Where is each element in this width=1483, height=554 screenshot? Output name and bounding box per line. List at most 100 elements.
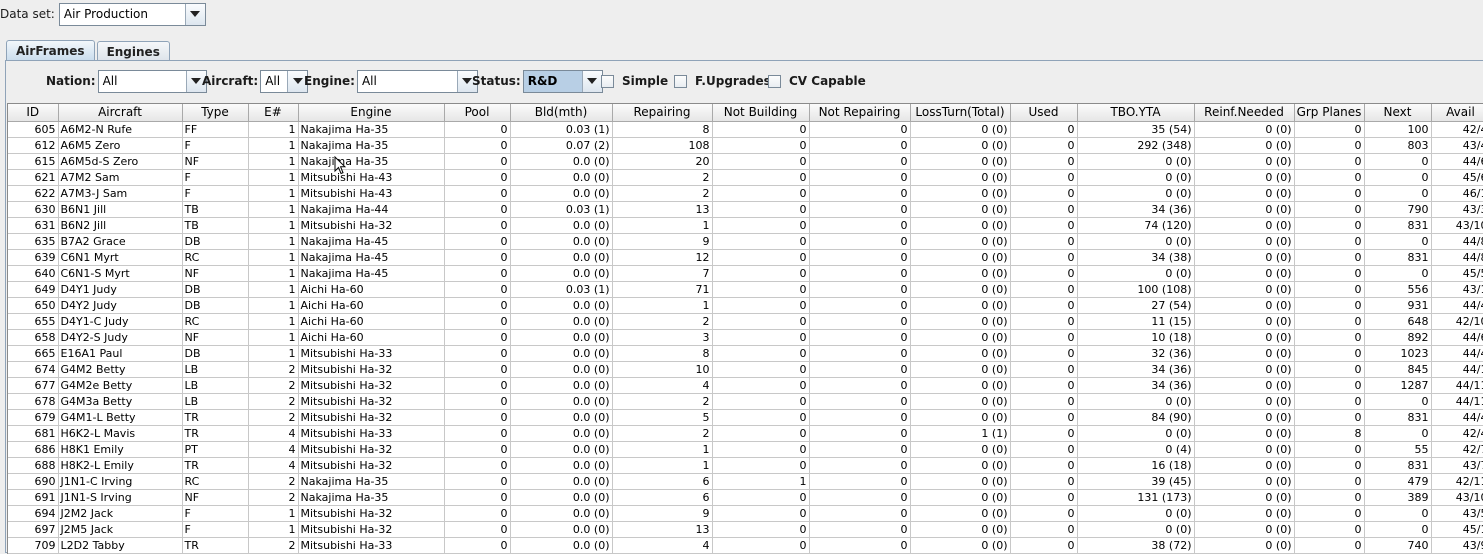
table-cell: 0 (0): [1194, 281, 1295, 298]
table-row[interactable]: 649 D4Y1 Judy DB 1 Aichi Ha-60 0 0.03 (1) 71 0 0 0…: [8, 281, 1483, 298]
table-cell: 0.0 (0): [510, 153, 613, 170]
table-row[interactable]: 640 C6N1-S Myrt NF 1 Nakajima Ha-45 0 0.0 (0) 7…: [8, 265, 1483, 282]
table-row[interactable]: 658 D4Y2-S Judy NF 1 Aichi Ha-60 0 0.0 (0) 3 0 0 0…: [8, 329, 1483, 346]
column-header[interactable]: Not Building: [712, 104, 810, 122]
table-cell: 0: [1294, 137, 1365, 154]
table-row[interactable]: 665 E16A1 Paul DB 1 Mitsubishi Ha-33 0 0.0 (0)…: [8, 345, 1483, 362]
simple-checkbox[interactable]: Simple: [601, 69, 668, 93]
table-cell: 0: [1364, 521, 1432, 538]
table-cell: 0: [1294, 521, 1365, 538]
table-cell: 0 (0): [1194, 489, 1295, 506]
table-cell: RC: [182, 313, 249, 330]
checkbox-icon[interactable]: [601, 74, 614, 88]
table-cell: 2: [612, 425, 713, 442]
tab-airframes[interactable]: AirFrames: [6, 40, 95, 61]
table-cell: 790: [1364, 201, 1432, 218]
table-cell: E16A1 Paul: [58, 345, 183, 362]
engine-combo[interactable]: All: [356, 69, 478, 93]
table-cell: 0: [1294, 441, 1365, 458]
column-header[interactable]: Engine: [298, 104, 445, 122]
table-row[interactable]: 677 G4M2e Betty LB 2 Mitsubishi Ha-32 0 0.0 (0…: [8, 377, 1483, 394]
table-cell: 0 (0): [1077, 425, 1195, 442]
column-header[interactable]: Next: [1364, 104, 1432, 122]
cvcapable-checkbox[interactable]: CV Capable: [768, 69, 866, 93]
table-cell: 635: [8, 233, 59, 250]
table-row[interactable]: 622 A7M3-J Sam F 1 Mitsubishi Ha-43 0 0.0 (0) 2…: [8, 185, 1483, 202]
table-row[interactable]: 674 G4M2 Betty LB 2 Mitsubishi Ha-32 0 0.0 (0)…: [8, 361, 1483, 378]
tab-engines[interactable]: Engines: [96, 41, 170, 61]
table-cell: 0 (0): [1194, 457, 1295, 474]
table-cell: 0 (0): [1077, 393, 1195, 410]
table-row[interactable]: 650 D4Y2 Judy DB 1 Aichi Ha-60 0 0.0 (0) 1 0 0 0 (…: [8, 297, 1483, 314]
cvcapable-label: CV Capable: [789, 74, 866, 88]
airframes-table-scrollpane[interactable]: ID Aircraft Type E# Engine Pool Bld(mth) Repair…: [7, 103, 1483, 554]
column-header[interactable]: Used: [1010, 104, 1078, 122]
table-cell: 0.03 (1): [510, 281, 613, 298]
table-cell: 0: [712, 233, 810, 250]
table-row[interactable]: 678 G4M3a Betty LB 2 Mitsubishi Ha-32 0 0.0 (0…: [8, 393, 1483, 410]
table-cell: 0: [444, 441, 511, 458]
table-row[interactable]: 655 D4Y1-C Judy RC 1 Aichi Ha-60 0 0.0 (0) 2 0 0 0…: [8, 313, 1483, 330]
table-cell: 0: [809, 425, 911, 442]
table-cell: Nakajima Ha-45: [298, 233, 445, 250]
column-header[interactable]: TBO.YTA: [1077, 104, 1195, 122]
table-cell: LB: [182, 377, 249, 394]
column-header[interactable]: Reinf.Needed: [1194, 104, 1295, 122]
table-row[interactable]: 690 J1N1-C Irving RC 2 Nakajima Ha-35 0 0.0 (0…: [8, 473, 1483, 490]
table-row[interactable]: 686 H8K1 Emily PT 4 Mitsubishi Ha-32 0 0.0 (0)…: [8, 441, 1483, 458]
table-cell: Mitsubishi Ha-33: [298, 537, 445, 554]
table-row[interactable]: 679 G4M1-L Betty TR 2 Mitsubishi Ha-32 0 0.0 (…: [8, 409, 1483, 426]
table-cell: 0: [1010, 249, 1078, 266]
table-row[interactable]: 621 A7M2 Sam F 1 Mitsubishi Ha-43 0 0.0 (0) 2 0 0…: [8, 169, 1483, 186]
column-header[interactable]: E#: [248, 104, 299, 122]
chevron-down-icon[interactable]: [184, 3, 205, 25]
table-cell: 1287: [1364, 377, 1432, 394]
table-row[interactable]: 691 J1N1-S Irving NF 2 Nakajima Ha-35 0 0.0 (0…: [8, 489, 1483, 506]
column-header[interactable]: Avail: [1431, 104, 1483, 122]
table-cell: 0: [809, 265, 911, 282]
column-header[interactable]: Pool: [444, 104, 511, 122]
status-combo[interactable]: R&D: [522, 69, 603, 93]
table-cell: Nakajima Ha-45: [298, 249, 445, 266]
column-header[interactable]: Repairing: [612, 104, 713, 122]
table-row[interactable]: 681 H6K2-L Mavis TR 4 Mitsubishi Ha-33 0 0.0 (…: [8, 425, 1483, 442]
aircraft-combo[interactable]: All: [260, 69, 309, 93]
table-cell: 0 (0): [910, 249, 1011, 266]
table-row[interactable]: 631 B6N2 Jill TB 1 Mitsubishi Ha-32 0 0.0 (0) 1…: [8, 217, 1483, 234]
table-cell: 0: [1294, 473, 1365, 490]
table-cell: Nakajima Ha-35: [298, 137, 445, 154]
table-row[interactable]: 635 B7A2 Grace DB 1 Nakajima Ha-45 0 0.0 (0) 9 0…: [8, 233, 1483, 250]
table-row[interactable]: 615 A6M5d-S Zero NF 1 Nakajima Ha-35 0 0.0 (0)…: [8, 153, 1483, 170]
table-row[interactable]: 605 A6M2-N Rufe FF 1 Nakajima Ha-35 0 0.03 (1)…: [8, 121, 1483, 138]
checkbox-icon[interactable]: [674, 74, 687, 88]
table-row[interactable]: 612 A6M5 Zero F 1 Nakajima Ha-35 0 0.07 (2) 108…: [8, 137, 1483, 154]
table-cell: 0: [809, 121, 911, 138]
fupgrades-checkbox[interactable]: F.Upgrades: [674, 69, 771, 93]
column-header[interactable]: Aircraft: [58, 104, 183, 122]
column-header[interactable]: ID: [8, 104, 59, 122]
table-cell: 0: [712, 137, 810, 154]
column-header[interactable]: Not Repairing: [809, 104, 911, 122]
table-cell: 605: [8, 121, 59, 138]
column-header[interactable]: Type: [182, 104, 249, 122]
table-row[interactable]: 709 L2D2 Tabby TR 2 Mitsubishi Ha-33 0 0.0 (0)…: [8, 537, 1483, 554]
table-cell: 0.0 (0): [510, 265, 613, 282]
table-cell: 42/11: [1431, 473, 1483, 490]
table-cell: 1: [248, 217, 299, 234]
table-cell: 0 (0): [1077, 153, 1195, 170]
table-cell: 1: [612, 297, 713, 314]
table-row[interactable]: 697 J2M5 Jack F 1 Mitsubishi Ha-32 0 0.0 (0) 13…: [8, 521, 1483, 538]
column-header[interactable]: Grp Planes: [1294, 104, 1365, 122]
nation-combo[interactable]: All: [97, 69, 207, 93]
table-row[interactable]: 639 C6N1 Myrt RC 1 Nakajima Ha-45 0 0.0 (0) 12 0…: [8, 249, 1483, 266]
table-cell: 0: [1010, 297, 1078, 314]
column-header[interactable]: LossTurn(Total): [910, 104, 1011, 122]
table-row[interactable]: 694 J2M2 Jack F 1 Mitsubishi Ha-32 0 0.0 (0) 9 0…: [8, 505, 1483, 522]
chevron-down-icon[interactable]: [581, 70, 602, 92]
table-cell: 1: [248, 329, 299, 346]
checkbox-icon[interactable]: [768, 74, 781, 88]
column-header[interactable]: Bld(mth): [510, 104, 613, 122]
table-row[interactable]: 688 H8K2-L Emily TR 4 Mitsubishi Ha-32 0 0.0 (…: [8, 457, 1483, 474]
table-row[interactable]: 630 B6N1 Jill TB 1 Nakajima Ha-44 0 0.03 (1) 13…: [8, 201, 1483, 218]
dataset-combo[interactable]: Air Production: [58, 2, 206, 26]
